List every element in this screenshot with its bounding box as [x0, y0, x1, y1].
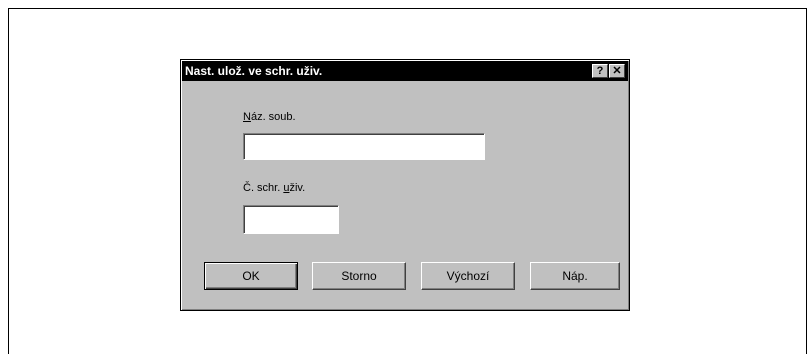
filename-label-accel: N [243, 111, 251, 123]
help-icon[interactable]: ? [592, 64, 608, 78]
cancel-button[interactable]: Storno [312, 262, 406, 290]
ok-button[interactable]: OK [204, 262, 298, 290]
box-number-label-prefix: Č. schr. [243, 182, 284, 194]
help-button[interactable]: Náp. [530, 262, 620, 290]
box-number-label-text: živ. [289, 182, 306, 194]
filename-label: Náz. soub. [243, 110, 296, 124]
dialog-title: Nast. ulož. ve schr. uživ. [185, 64, 323, 78]
default-button[interactable]: Výchozí [421, 262, 515, 290]
box-number-label: Č. schr. uživ. [243, 181, 305, 195]
dialog-titlebar: Nast. ulož. ve schr. uživ. ? ✕ [182, 61, 628, 81]
filename-label-text: áz. soub. [250, 111, 296, 123]
filename-input[interactable] [243, 133, 485, 160]
box-number-input[interactable] [243, 205, 339, 234]
close-icon[interactable]: ✕ [609, 64, 625, 78]
save-settings-dialog: Nast. ulož. ve schr. uživ. ? ✕ Náz. soub… [180, 59, 630, 311]
